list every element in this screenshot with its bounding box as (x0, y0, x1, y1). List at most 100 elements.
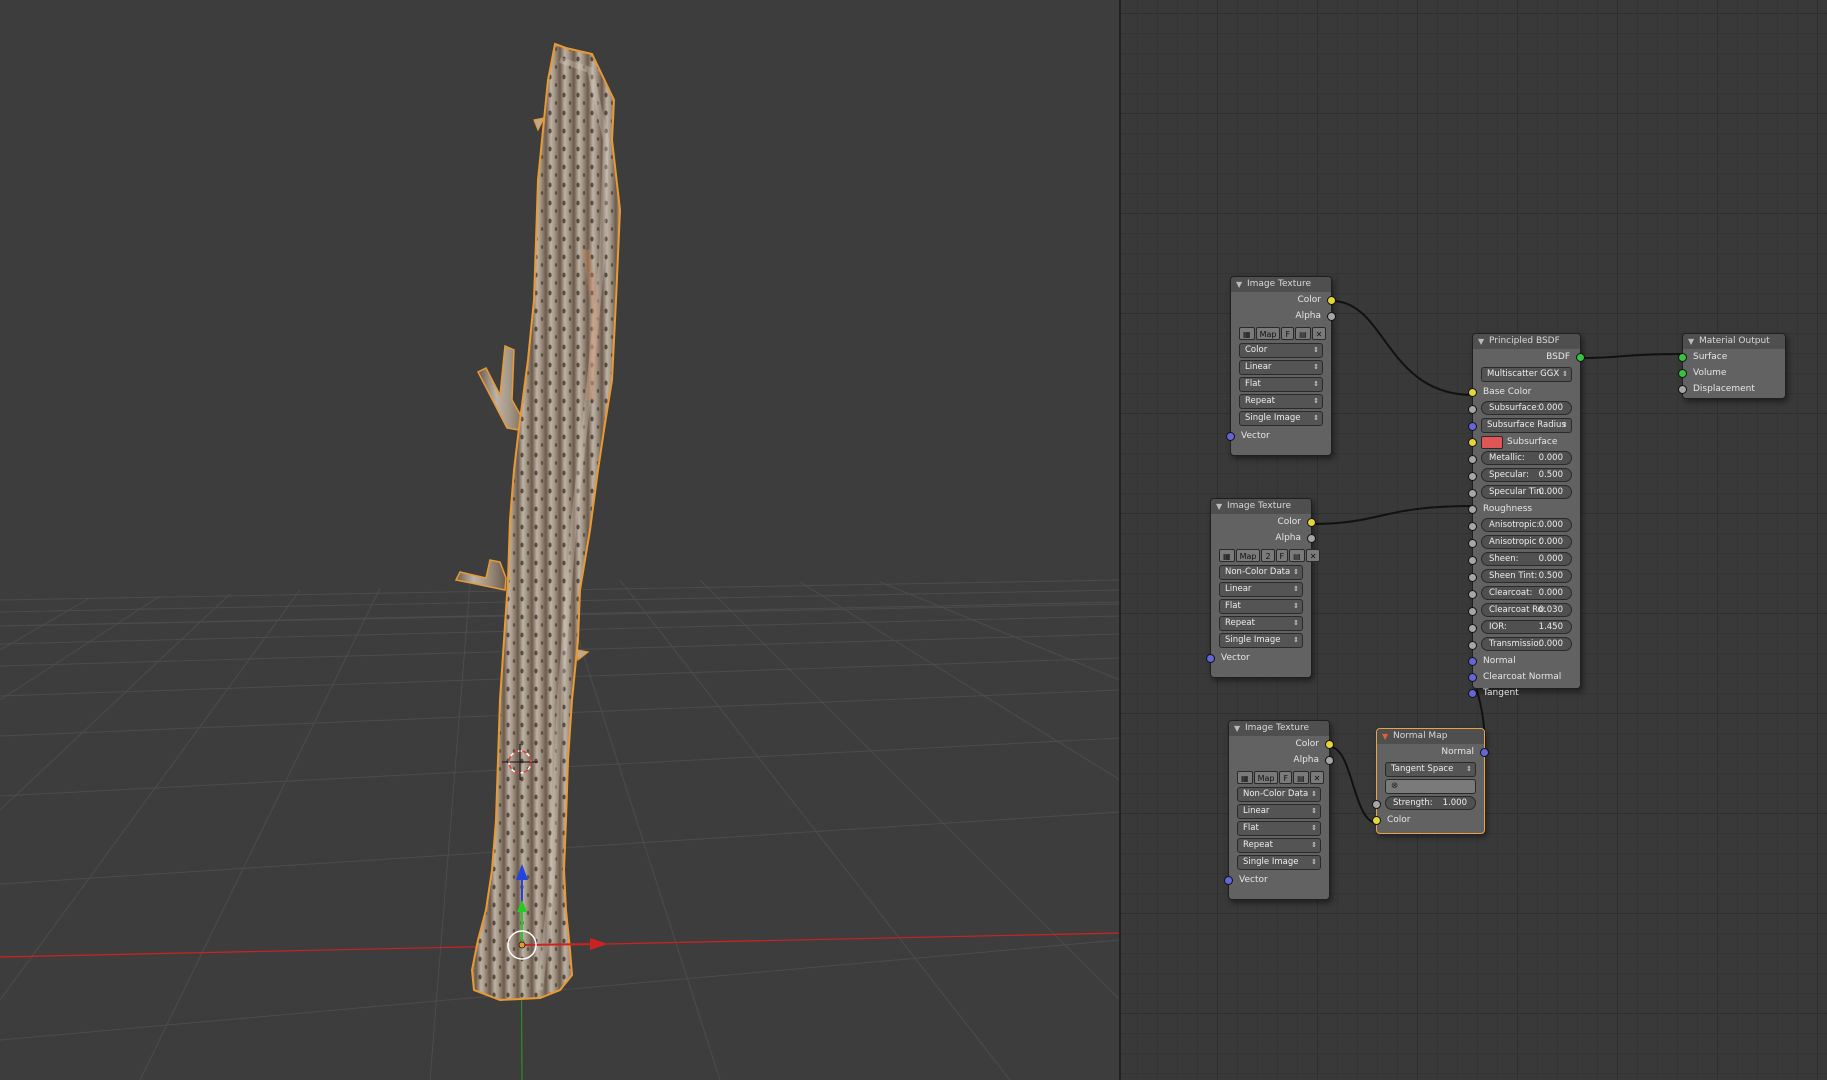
image-texture-node-1[interactable]: ▼ Image Texture Color Alpha ▦ Map F ▤ ✕ … (1226, 276, 1336, 456)
collapse-triangle-icon[interactable]: ▼ (1234, 721, 1240, 736)
color-output-socket[interactable] (1307, 518, 1316, 527)
image-texture-node-3[interactable]: ▼ Image Texture Color Alpha ▦ Map F ▤ ✕ … (1224, 720, 1334, 900)
vector-input-socket[interactable] (1224, 876, 1233, 885)
subsurface-radius-dropdown[interactable]: Subsurface Radius ⇕ (1481, 418, 1572, 433)
anisotropic-input-socket[interactable] (1468, 522, 1477, 531)
vector-input-socket[interactable] (1226, 432, 1235, 441)
source-dropdown[interactable]: Single Image ⇕ (1219, 633, 1303, 648)
color-space-dropdown[interactable]: Color ⇕ (1239, 343, 1323, 358)
clearcoat-normal-input-socket[interactable] (1468, 673, 1477, 682)
uv-map-field[interactable]: ⊗ (1385, 779, 1476, 794)
collapse-triangle-icon[interactable]: ▼ (1236, 277, 1242, 292)
sheen-field[interactable]: Sheen: 0.000 (1481, 552, 1572, 566)
anisotropic-field[interactable]: Anisotropic: 0.000 (1481, 518, 1572, 532)
node-header[interactable]: ▼ Image Texture (1231, 277, 1331, 292)
clearcoat-input-socket[interactable] (1468, 590, 1477, 599)
normal-output-socket[interactable] (1480, 748, 1489, 757)
subsurface-field[interactable]: Subsurface: 0.000 (1481, 401, 1572, 415)
anisotropic-rotation-input-socket[interactable] (1468, 539, 1477, 548)
distribution-dropdown[interactable]: Multiscatter GGX ⇕ (1481, 367, 1572, 382)
color-output-socket[interactable] (1327, 296, 1336, 305)
clearcoat-field[interactable]: Clearcoat: 0.000 (1481, 586, 1572, 600)
subsurface-color-swatch[interactable] (1481, 436, 1503, 449)
image-name-field[interactable]: Map (1255, 327, 1281, 340)
clearcoat-roughness-field[interactable]: Clearcoat Ro: 0.030 (1481, 603, 1572, 617)
projection-dropdown[interactable]: Flat ⇕ (1219, 599, 1303, 614)
interpolation-dropdown[interactable]: Linear ⇕ (1239, 360, 1323, 375)
metallic-input-socket[interactable] (1468, 455, 1477, 464)
sheen-input-socket[interactable] (1468, 556, 1477, 565)
bsdf-output-socket[interactable] (1576, 353, 1585, 362)
unlink-icon[interactable]: ✕ (1309, 771, 1325, 784)
fake-user-button[interactable]: F (1279, 771, 1293, 784)
ior-input-socket[interactable] (1468, 624, 1477, 633)
projection-dropdown[interactable]: Flat ⇕ (1239, 377, 1323, 392)
collapse-triangle-icon[interactable]: ▼ (1688, 334, 1694, 349)
interpolation-dropdown[interactable]: Linear ⇕ (1237, 804, 1321, 819)
viewport-scene[interactable] (0, 0, 1120, 1080)
user-count-button[interactable]: 2 (1261, 549, 1275, 562)
transmission-field[interactable]: Transmissio: 0.000 (1481, 637, 1572, 651)
node-header[interactable]: ▼ Normal Map (1377, 729, 1484, 744)
3d-viewport[interactable] (0, 0, 1120, 1080)
image-name-field[interactable]: Map (1235, 549, 1261, 562)
displacement-input-socket[interactable] (1678, 385, 1687, 394)
unlink-icon[interactable]: ✕ (1311, 327, 1327, 340)
subsurface-input-socket[interactable] (1468, 405, 1477, 414)
strength-input-socket[interactable] (1372, 800, 1381, 809)
unlink-icon[interactable]: ✕ (1305, 549, 1321, 562)
tree-trunk-object[interactable] (454, 42, 622, 1002)
open-folder-icon[interactable]: ▤ (1293, 771, 1309, 784)
collapse-triangle-icon[interactable]: ▼ (1478, 334, 1484, 349)
clearcoat-roughness-input-socket[interactable] (1468, 607, 1477, 616)
normal-map-node[interactable]: ▼ Normal Map Normal Tangent Space ⇕ ⊗ Str… (1372, 728, 1489, 834)
transmission-input-socket[interactable] (1468, 641, 1477, 650)
extension-dropdown[interactable]: Repeat ⇕ (1239, 394, 1323, 409)
specular-tint-field[interactable]: Specular Tin: 0.000 (1481, 485, 1572, 499)
collapse-triangle-icon[interactable]: ▼ (1382, 729, 1388, 744)
color-space-dropdown[interactable]: Non-Color Data ⇕ (1237, 787, 1321, 802)
metallic-field[interactable]: Metallic: 0.000 (1481, 451, 1572, 465)
principled-bsdf-node[interactable]: ▼ Principled BSDF BSDF Multiscatter GGX ⇕… (1468, 333, 1585, 698)
alpha-output-socket[interactable] (1325, 756, 1334, 765)
source-dropdown[interactable]: Single Image ⇕ (1237, 855, 1321, 870)
source-dropdown[interactable]: Single Image ⇕ (1239, 411, 1323, 426)
fake-user-button[interactable]: F (1281, 327, 1295, 340)
node-header[interactable]: ▼ Image Texture (1229, 721, 1329, 736)
subsurface-color-input-socket[interactable] (1468, 438, 1477, 447)
surface-input-socket[interactable] (1678, 353, 1687, 362)
tangent-input-socket[interactable] (1468, 689, 1477, 698)
roughness-input-socket[interactable] (1468, 505, 1477, 514)
node-header[interactable]: ▼ Material Output (1683, 334, 1785, 349)
image-name-field[interactable]: Map (1253, 771, 1279, 784)
extension-dropdown[interactable]: Repeat ⇕ (1219, 616, 1303, 631)
open-folder-icon[interactable]: ▤ (1295, 327, 1311, 340)
projection-dropdown[interactable]: Flat ⇕ (1237, 821, 1321, 836)
node-editor[interactable]: ▼ Image Texture Color Alpha ▦ Map F ▤ ✕ … (1121, 0, 1827, 1080)
sheen-tint-field[interactable]: Sheen Tint: 0.500 (1481, 569, 1572, 583)
ior-field[interactable]: IOR: 1.450 (1481, 620, 1572, 634)
image-browse-icon[interactable]: ▦ (1237, 771, 1253, 784)
image-browse-icon[interactable]: ▦ (1239, 327, 1255, 340)
alpha-output-socket[interactable] (1327, 312, 1336, 321)
anisotropic-rotation-field[interactable]: Anisotropic :0.000 (1481, 535, 1572, 549)
subsurface-radius-input-socket[interactable] (1468, 422, 1477, 431)
alpha-output-socket[interactable] (1307, 534, 1316, 543)
specular-input-socket[interactable] (1468, 472, 1477, 481)
volume-input-socket[interactable] (1678, 369, 1687, 378)
color-input-socket[interactable] (1372, 816, 1381, 825)
specular-tint-input-socket[interactable] (1468, 489, 1477, 498)
open-folder-icon[interactable]: ▤ (1289, 549, 1305, 562)
space-dropdown[interactable]: Tangent Space ⇕ (1385, 762, 1476, 777)
collapse-triangle-icon[interactable]: ▼ (1216, 499, 1222, 514)
sheen-tint-input-socket[interactable] (1468, 573, 1477, 582)
vector-input-socket[interactable] (1206, 654, 1215, 663)
extension-dropdown[interactable]: Repeat ⇕ (1237, 838, 1321, 853)
node-header[interactable]: ▼ Image Texture (1211, 499, 1311, 514)
image-texture-node-2[interactable]: ▼ Image Texture Color Alpha ▦ Map 2 F ▤ … (1206, 498, 1321, 678)
image-browse-icon[interactable]: ▦ (1219, 549, 1235, 562)
specular-field[interactable]: Specular: 0.500 (1481, 468, 1572, 482)
color-space-dropdown[interactable]: Non-Color Data ⇕ (1219, 565, 1303, 580)
strength-field[interactable]: Strength: 1.000 (1385, 796, 1476, 810)
node-header[interactable]: ▼ Principled BSDF (1473, 334, 1580, 349)
